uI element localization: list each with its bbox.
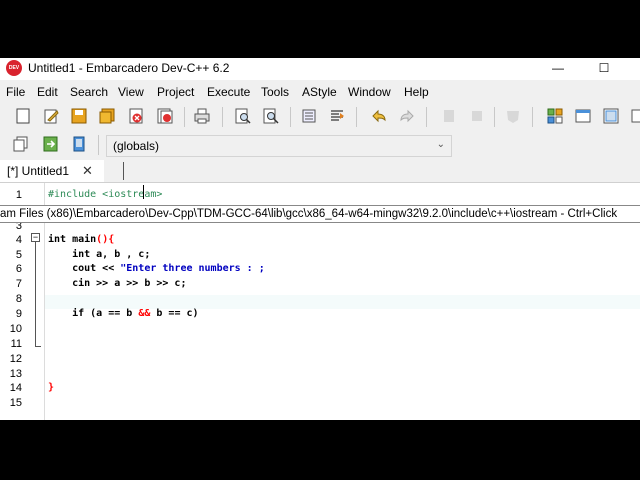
- line-number: 13: [9, 368, 22, 380]
- code-line-cin: cin >> a >> b >> c;: [48, 278, 187, 289]
- ide-window: DEV C++ Untitled1 - Embarcadero Dev-C++ …: [0, 58, 640, 420]
- toolbar-separator: [290, 107, 291, 127]
- code-editor[interactable]: 1 3 4 5 6 7 8 9 10 11 12 13 14 15 − #inc…: [0, 183, 640, 420]
- profile-disabled-icon[interactable]: [504, 107, 522, 125]
- menu-file[interactable]: File: [6, 85, 25, 99]
- close-icon[interactable]: ✕: [82, 163, 93, 179]
- new-file-icon[interactable]: [14, 107, 32, 125]
- tab-label: [*] Untitled1: [7, 164, 70, 178]
- indent-icon[interactable]: [300, 107, 318, 125]
- menu-help[interactable]: Help: [404, 85, 429, 99]
- fold-toggle-icon[interactable]: −: [31, 233, 40, 242]
- replace-icon[interactable]: [262, 107, 280, 125]
- insert-icon[interactable]: [42, 135, 60, 153]
- menu-execute[interactable]: Execute: [207, 85, 250, 99]
- close-file-icon[interactable]: [127, 107, 145, 125]
- line-number: 6: [15, 263, 22, 275]
- line-number: 15: [9, 397, 22, 409]
- maximize-button[interactable]: ☐: [586, 58, 622, 80]
- bookmark-icon[interactable]: [70, 135, 88, 153]
- title-bar: DEV C++ Untitled1 - Embarcadero Dev-C++ …: [0, 58, 640, 87]
- code-line-close-brace: }: [48, 382, 55, 393]
- code-line-main: int main(){: [48, 234, 114, 245]
- code-cout: cout <<: [48, 263, 121, 274]
- include-path-tooltip: am Files (x86)\Embarcadero\Dev-Cpp\TDM-G…: [0, 205, 640, 223]
- toolbar-separator: [222, 107, 223, 127]
- line-number: 14: [9, 382, 22, 394]
- code-main-signature: int main: [48, 234, 97, 245]
- close-all-icon[interactable]: [156, 107, 174, 125]
- unindent-icon[interactable]: [328, 107, 346, 125]
- new-project-icon[interactable]: [12, 135, 30, 153]
- code-line-if: if (a == b && b == c): [48, 308, 199, 319]
- print-icon[interactable]: [193, 107, 211, 125]
- toolbar-separator: [356, 107, 357, 127]
- code-line-declare: int a, b , c;: [48, 249, 151, 260]
- line-number: 10: [9, 323, 22, 335]
- fullscreen-icon[interactable]: [602, 107, 620, 125]
- find-icon[interactable]: [234, 107, 252, 125]
- class-browser-icon[interactable]: [546, 107, 564, 125]
- code-line-cout: cout << "Enter three numbers : ;: [48, 263, 265, 274]
- toolbar-separator: [184, 107, 185, 127]
- code-and-operator: &&: [138, 308, 151, 319]
- menu-edit[interactable]: Edit: [37, 85, 58, 99]
- menu-astyle[interactable]: AStyle: [302, 85, 337, 99]
- undo-icon[interactable]: [370, 107, 388, 125]
- secondary-toolbar: (globals) ⌄: [0, 132, 640, 158]
- line-number: 8: [15, 293, 22, 305]
- scope-select-value: (globals): [113, 139, 160, 153]
- line-number: 12: [9, 353, 22, 365]
- line-number: 9: [15, 308, 22, 320]
- code-line-include: #include <iostream>: [48, 189, 163, 200]
- window-layout-icon[interactable]: [574, 107, 592, 125]
- scope-select[interactable]: (globals) ⌄: [106, 135, 452, 157]
- redo-icon[interactable]: [398, 107, 416, 125]
- toolbar-separator: [532, 107, 533, 127]
- toolbar-separator: [98, 135, 99, 155]
- line-number: 11: [10, 338, 22, 350]
- code-if-end: b == c): [150, 308, 199, 319]
- debug-disabled-icon[interactable]: [440, 107, 458, 125]
- minimize-button[interactable]: —: [540, 58, 576, 80]
- toolbar-separator: [494, 107, 495, 127]
- menu-view[interactable]: View: [118, 85, 144, 99]
- save-all-icon[interactable]: [98, 107, 116, 125]
- main-toolbar: [0, 104, 640, 130]
- fold-guide: [35, 242, 36, 347]
- menu-window[interactable]: Window: [348, 85, 391, 99]
- window-title: Untitled1 - Embarcadero Dev-C++ 6.2: [28, 61, 230, 75]
- toolbar-overflow-icon[interactable]: [628, 107, 640, 125]
- line-number: 4: [15, 234, 22, 246]
- current-line-highlight: [44, 295, 640, 309]
- menu-project[interactable]: Project: [157, 85, 194, 99]
- menu-tools[interactable]: Tools: [261, 85, 289, 99]
- tab-untitled1[interactable]: [*] Untitled1 ✕: [0, 160, 104, 182]
- save-icon[interactable]: [70, 107, 88, 125]
- devcpp-app-icon[interactable]: DEV C++: [6, 60, 22, 87]
- menu-search[interactable]: Search: [70, 85, 108, 99]
- menu-bar: File Edit Search View Project Execute To…: [0, 80, 640, 104]
- fold-guide-end: [35, 346, 41, 347]
- chevron-down-icon[interactable]: ⌄: [437, 139, 445, 150]
- editor-tab-strip: [*] Untitled1 ✕: [0, 158, 640, 183]
- code-string-literal: "Enter three numbers : ;: [120, 263, 265, 274]
- toolbar-separator: [426, 107, 427, 127]
- stop-disabled-icon[interactable]: [468, 107, 486, 125]
- code-main-open: (){: [96, 234, 115, 245]
- open-file-icon[interactable]: [42, 107, 60, 125]
- split-caret: [123, 162, 124, 180]
- line-number: 7: [15, 278, 22, 290]
- code-if-start: if (a == b: [48, 308, 139, 319]
- line-number: 5: [15, 249, 22, 261]
- mouse-text-cursor: [143, 185, 144, 199]
- line-number: 1: [15, 189, 22, 201]
